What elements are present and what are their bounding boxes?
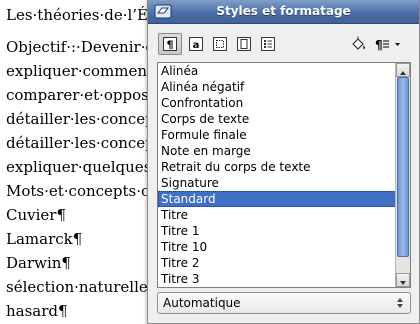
style-item-titre[interactable]: Titre [158,207,396,223]
fill-format-mode-button[interactable] [346,33,370,55]
styles-formatting-panel: Styles et formatage ¶ a ¶ Alinéa Alinéa … [147,0,420,324]
character-styles-icon: a [189,37,203,51]
arrow-down-icon [400,281,406,285]
style-item-confrontation[interactable]: Confrontation [158,95,396,111]
styles-list[interactable]: Alinéa Alinéa négatif Confrontation Corp… [157,62,411,288]
updown-arrows-icon [394,295,406,311]
style-item-corps-de-texte[interactable]: Corps de texte [158,111,396,127]
scroll-up-button[interactable] [396,63,410,77]
style-item-titre-1[interactable]: Titre 1 [158,223,396,239]
new-style-from-selection-button[interactable]: ¶ [370,33,404,55]
document-line[interactable]: Objectif·:·Devenir·c [6,38,154,56]
new-style-icon: ¶ [375,38,400,52]
styles-list-scrollbar[interactable] [395,63,410,287]
document-line[interactable]: Darwin¶ [6,254,71,272]
document-line[interactable]: Cuvier¶ [6,206,66,224]
scroll-thumb[interactable] [397,77,409,257]
style-item-titre-3[interactable]: Titre 3 [158,271,396,287]
style-item-alinea[interactable]: Alinéa [158,63,396,79]
document-line[interactable]: Mots·et·concepts·cle [6,182,163,200]
svg-text:¶: ¶ [375,38,383,52]
document-line[interactable]: sélection·naturelle¶ [6,278,157,296]
document-line[interactable]: hasard¶ [6,302,68,320]
style-item-signature[interactable]: Signature [158,175,396,191]
style-item-formule-finale[interactable]: Formule finale [158,127,396,143]
style-item-alinea-negatif[interactable]: Alinéa négatif [158,79,396,95]
style-item-standard[interactable]: Standard [158,191,396,207]
paint-bucket-icon [352,36,366,50]
document-line[interactable]: expliquer·quelques·i [6,158,161,176]
character-styles-button[interactable]: a [184,33,208,55]
panel-titlebar[interactable]: Styles et formatage [148,0,419,24]
svg-text:¶: ¶ [167,39,174,52]
page-styles-icon [237,37,251,51]
style-filter-value: Automatique [163,296,241,310]
document-line[interactable]: détailler·les·concept [6,110,161,128]
list-styles-button[interactable] [256,33,280,55]
style-item-note-en-marge[interactable]: Note en marge [158,143,396,159]
style-family-toolbar: ¶ a ¶ [148,25,419,61]
style-item-titre-10[interactable]: Titre 10 [158,239,396,255]
style-item-titre-2[interactable]: Titre 2 [158,255,396,271]
paragraph-styles-button[interactable]: ¶ [158,33,182,55]
style-item-retrait-corps-texte[interactable]: Retrait du corps de texte [158,159,396,175]
svg-text:a: a [193,40,200,51]
page-styles-button[interactable] [232,33,256,55]
style-filter-dropdown[interactable]: Automatique [157,292,411,314]
frame-styles-icon [213,37,227,51]
document-line[interactable]: Les·théories·de·l’Év [6,6,156,24]
scroll-down-button[interactable] [396,273,410,287]
document-line[interactable]: expliquer·comment· [6,62,158,80]
list-styles-icon [261,37,275,51]
paragraph-styles-icon: ¶ [163,37,177,52]
styles-list-items: Alinéa Alinéa négatif Confrontation Corp… [158,63,396,287]
panel-title: Styles et formatage [216,4,351,18]
frame-styles-button[interactable] [208,33,232,55]
document-line[interactable]: Lamarck¶ [6,230,82,248]
document-line[interactable]: détailler·les·concept [6,134,161,152]
document-line[interactable]: comparer·et·opposer [6,86,165,104]
